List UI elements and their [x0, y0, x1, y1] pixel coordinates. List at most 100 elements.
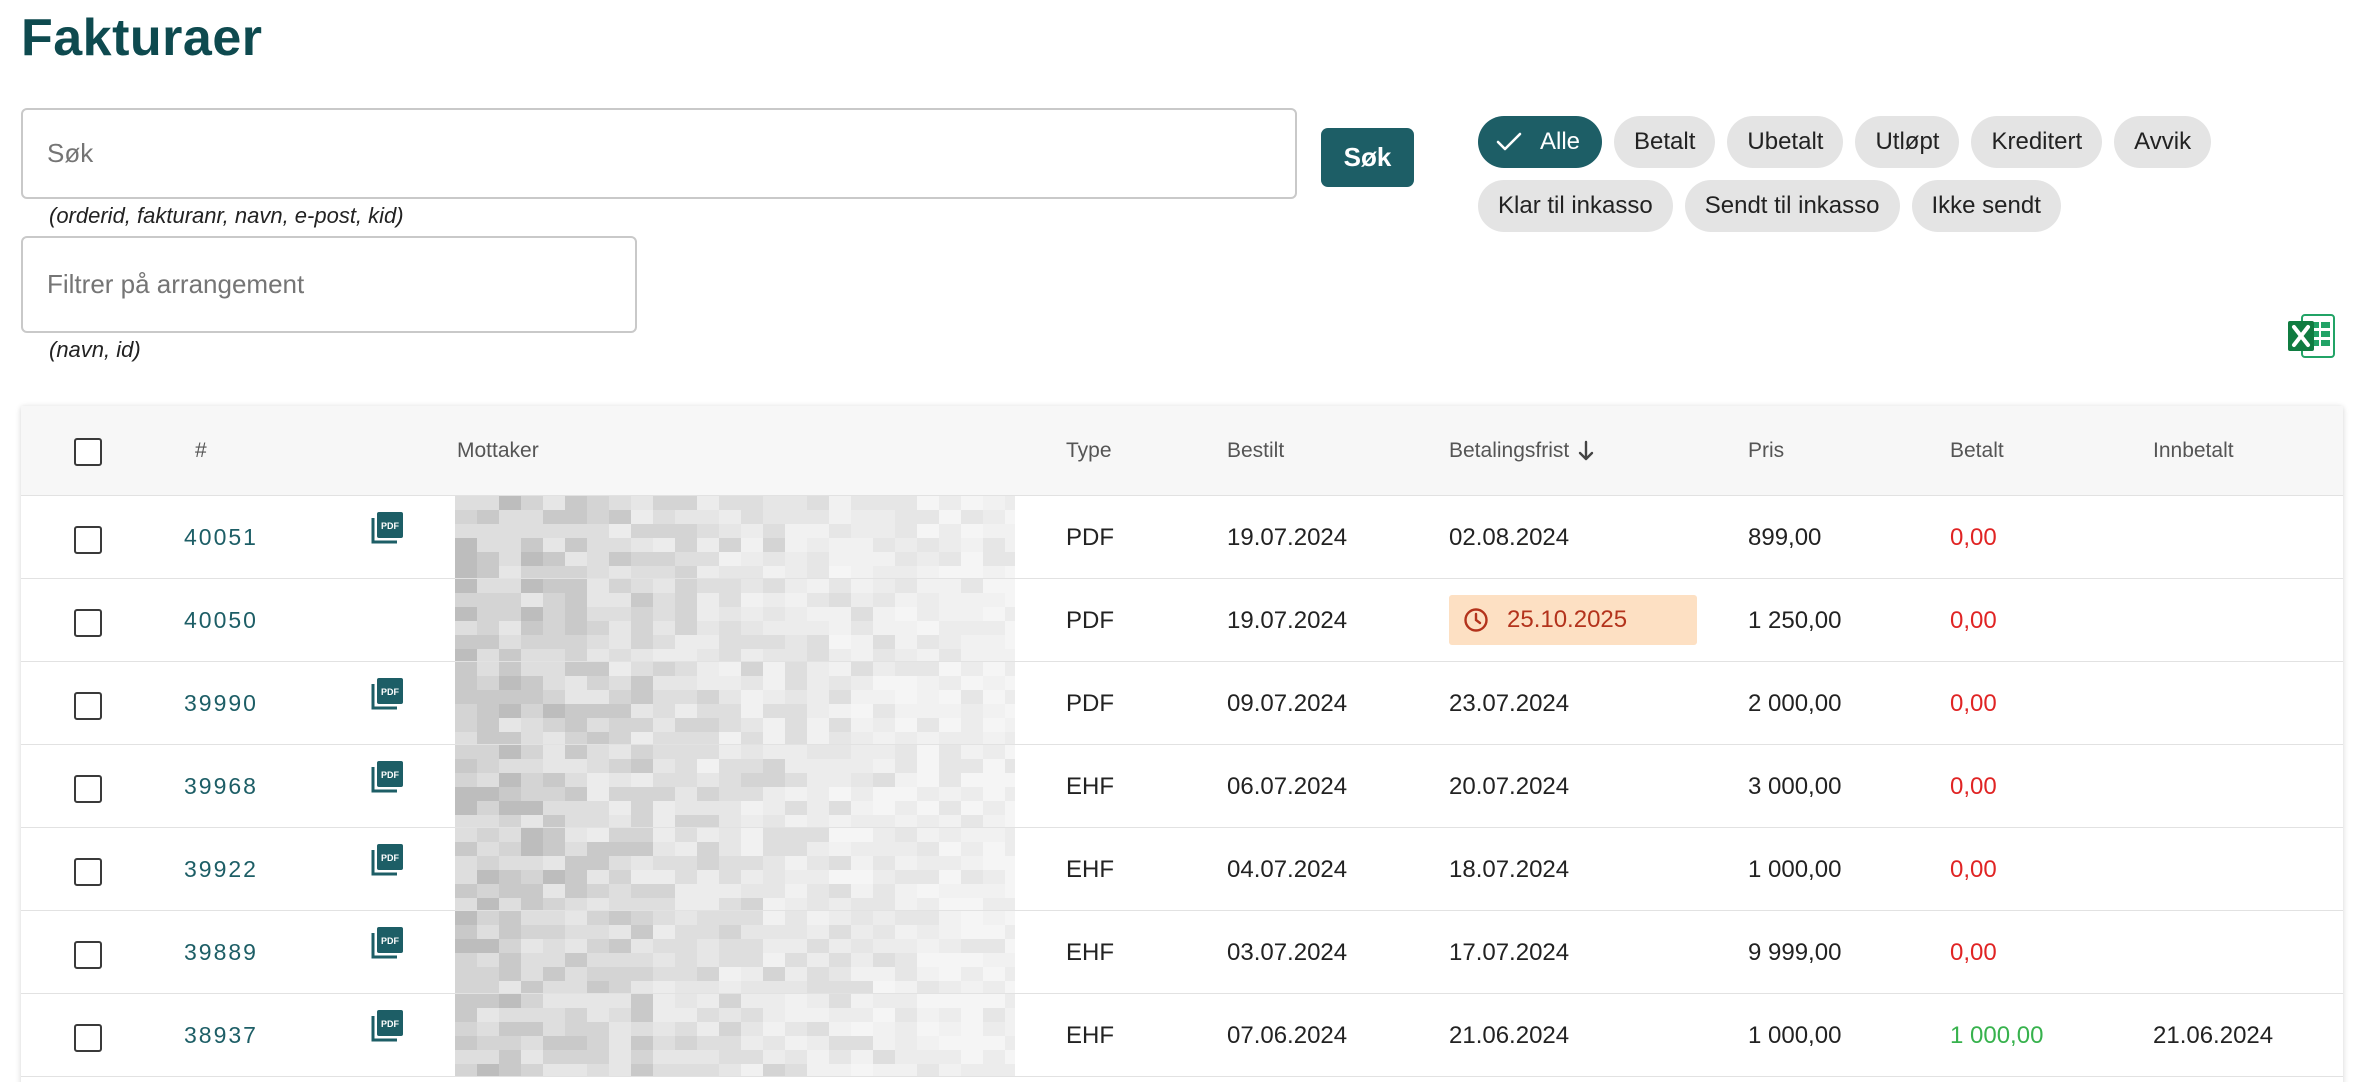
price: 1 000,00 [1748, 855, 1842, 883]
filter-chip-label: Ubetalt [1747, 128, 1824, 155]
svg-text:PDF: PDF [381, 521, 400, 531]
row-checkbox[interactable] [74, 775, 102, 803]
due-date: 18.07.2024 [1449, 855, 1570, 883]
row-checkbox[interactable] [74, 941, 102, 969]
pdf-icon[interactable]: PDF [370, 843, 404, 877]
column-due[interactable]: Betalingsfrist [1449, 439, 1595, 463]
column-price[interactable]: Pris [1748, 439, 1784, 463]
filter-chip-label: Betalt [1634, 128, 1696, 155]
filter-chip-sendt-til-inkasso[interactable]: Sendt til inkasso [1684, 180, 1900, 232]
table-row[interactable]: 40050 PDF 19.07.2024 25.10.2025 1 250,00 0,00 [21, 579, 2343, 662]
column-paid[interactable]: Betalt [1950, 439, 2004, 463]
column-ordered[interactable]: Bestilt [1227, 439, 1284, 463]
search-field[interactable] [21, 108, 1297, 199]
filter-chip-kreditert[interactable]: Kreditert [1971, 116, 2103, 168]
filter-chip-ikke-sendt[interactable]: Ikke sendt [1911, 180, 2061, 232]
filter-chip-alle[interactable]: Alle [1478, 116, 1603, 168]
filter-chip-ubetalt[interactable]: Ubetalt [1727, 116, 1844, 168]
svg-text:PDF: PDF [381, 1019, 400, 1029]
table-row[interactable]: 40051 PDF PDF 19.07.2024 02.08.2024 899,00 0,0… [21, 496, 2343, 579]
paid-amount: 0,00 [1950, 772, 1997, 800]
filter-chip-label: Alle [1540, 128, 1581, 155]
order-link[interactable]: 39968 [184, 745, 258, 828]
event-filter-hint: (navn, id) [49, 337, 141, 362]
ordered-date: 03.07.2024 [1227, 938, 1348, 966]
check-icon [1496, 132, 1522, 151]
pdf-icon[interactable]: PDF [370, 511, 404, 545]
received-date: 21.06.2024 [2153, 1021, 2274, 1049]
svg-text:PDF: PDF [381, 936, 400, 946]
clock-icon [1464, 608, 1488, 632]
filter-chip-utløpt[interactable]: Utløpt [1855, 116, 1960, 168]
recipient-redacted [455, 911, 1015, 993]
pdf-icon[interactable]: PDF [370, 677, 404, 711]
filter-chip-avvik[interactable]: Avvik [2114, 116, 2212, 168]
order-link[interactable]: 40050 [184, 579, 258, 662]
row-checkbox[interactable] [74, 609, 102, 637]
svg-text:PDF: PDF [381, 853, 400, 863]
pdf-icon[interactable]: PDF [370, 926, 404, 960]
arrow-down-icon [1579, 440, 1594, 461]
event-filter-field[interactable] [21, 236, 637, 333]
price: 2 000,00 [1748, 689, 1842, 717]
row-checkbox[interactable] [74, 692, 102, 720]
table-row[interactable]: 39990 PDF PDF 09.07.2024 23.07.2024 2 000,00 0… [21, 662, 2343, 745]
filter-chip-betalt[interactable]: Betalt [1614, 116, 1716, 168]
due-date: 25.10.2025 [1507, 606, 1628, 633]
pdf-icon[interactable]: PDF [370, 760, 404, 794]
due-date: 17.07.2024 [1449, 938, 1570, 966]
filter-chip-label: Kreditert [1991, 128, 2083, 155]
column-due-label: Betalingsfrist [1449, 439, 1570, 462]
paid-amount: 0,00 [1950, 855, 1997, 883]
filter-chip-label: Sendt til inkasso [1704, 192, 1880, 219]
filter-chip-klar-til-inkasso[interactable]: Klar til inkasso [1478, 180, 1673, 232]
table-row[interactable]: 38937 PDF EHF 07.06.2024 21.06.2024 1 000,00 1… [21, 994, 2343, 1077]
invoice-type: PDF [1066, 523, 1114, 551]
order-link[interactable]: 38937 [184, 994, 258, 1077]
due-date: 23.07.2024 [1449, 689, 1570, 717]
order-link[interactable]: 39889 [184, 911, 258, 994]
select-all-checkbox[interactable] [74, 438, 102, 466]
filter-chip-label: Utløpt [1875, 128, 1940, 155]
price: 1 250,00 [1748, 606, 1842, 634]
recipient-redacted [455, 579, 1015, 661]
row-checkbox[interactable] [74, 1024, 102, 1052]
due-date: 02.08.2024 [1449, 523, 1570, 551]
status-filter-row: Alle Betalt Ubetalt Utløpt Kreditert Avvik [1478, 116, 2258, 168]
order-link[interactable]: 40051 [184, 496, 258, 579]
row-checkbox[interactable] [74, 858, 102, 886]
order-link[interactable]: 39922 [184, 828, 258, 911]
search-hint: (orderid, fakturanr, navn, e-post, kid) [49, 203, 404, 228]
ordered-date: 07.06.2024 [1227, 1021, 1348, 1049]
paid-amount: 0,00 [1950, 689, 1997, 717]
price: 3 000,00 [1748, 772, 1842, 800]
paid-amount: 0,00 [1950, 523, 1997, 551]
order-link[interactable]: 39990 [184, 662, 258, 745]
table-row[interactable]: 39922 PDF EHF 04.07.2024 18.07.2024 1 000,00 0… [21, 828, 2343, 911]
table-row[interactable]: 39968 PDF EHF 06.07.2024 20.07.2024 3 000,00 0… [21, 745, 2343, 828]
price: 9 999,00 [1748, 938, 1842, 966]
due-date: 21.06.2024 [1449, 1021, 1570, 1049]
excel-export-icon[interactable] [2288, 313, 2336, 359]
ordered-date: 09.07.2024 [1227, 689, 1348, 717]
svg-text:PDF: PDF [381, 687, 400, 697]
price: 899,00 [1748, 523, 1822, 551]
invoice-type: EHF [1066, 1021, 1114, 1049]
table-row[interactable]: 39889 PDF EHF 03.07.2024 17.07.2024 9 999,00 0… [21, 911, 2343, 994]
column-type[interactable]: Type [1066, 439, 1112, 463]
page-title: Fakturaer [21, 9, 263, 67]
event-filter-input[interactable] [23, 238, 635, 331]
invoice-type: PDF [1066, 606, 1114, 634]
filter-chip-label: Klar til inkasso [1498, 192, 1653, 219]
search-button[interactable]: Søk [1321, 128, 1414, 187]
search-input[interactable] [23, 110, 1295, 197]
ordered-date: 04.07.2024 [1227, 855, 1348, 883]
column-recipient[interactable]: Mottaker [457, 439, 539, 463]
row-checkbox[interactable] [74, 526, 102, 554]
recipient-redacted [455, 745, 1015, 827]
pdf-icon[interactable]: PDF [370, 1009, 404, 1043]
table-header: # Mottaker Type Bestilt Betalingsfrist P… [21, 406, 2343, 496]
status-filter-row: Klar til inkasso Sendt til inkasso Ikke se… [1478, 180, 2258, 232]
recipient-redacted [455, 496, 1015, 578]
column-received[interactable]: Innbetalt [2153, 439, 2234, 463]
